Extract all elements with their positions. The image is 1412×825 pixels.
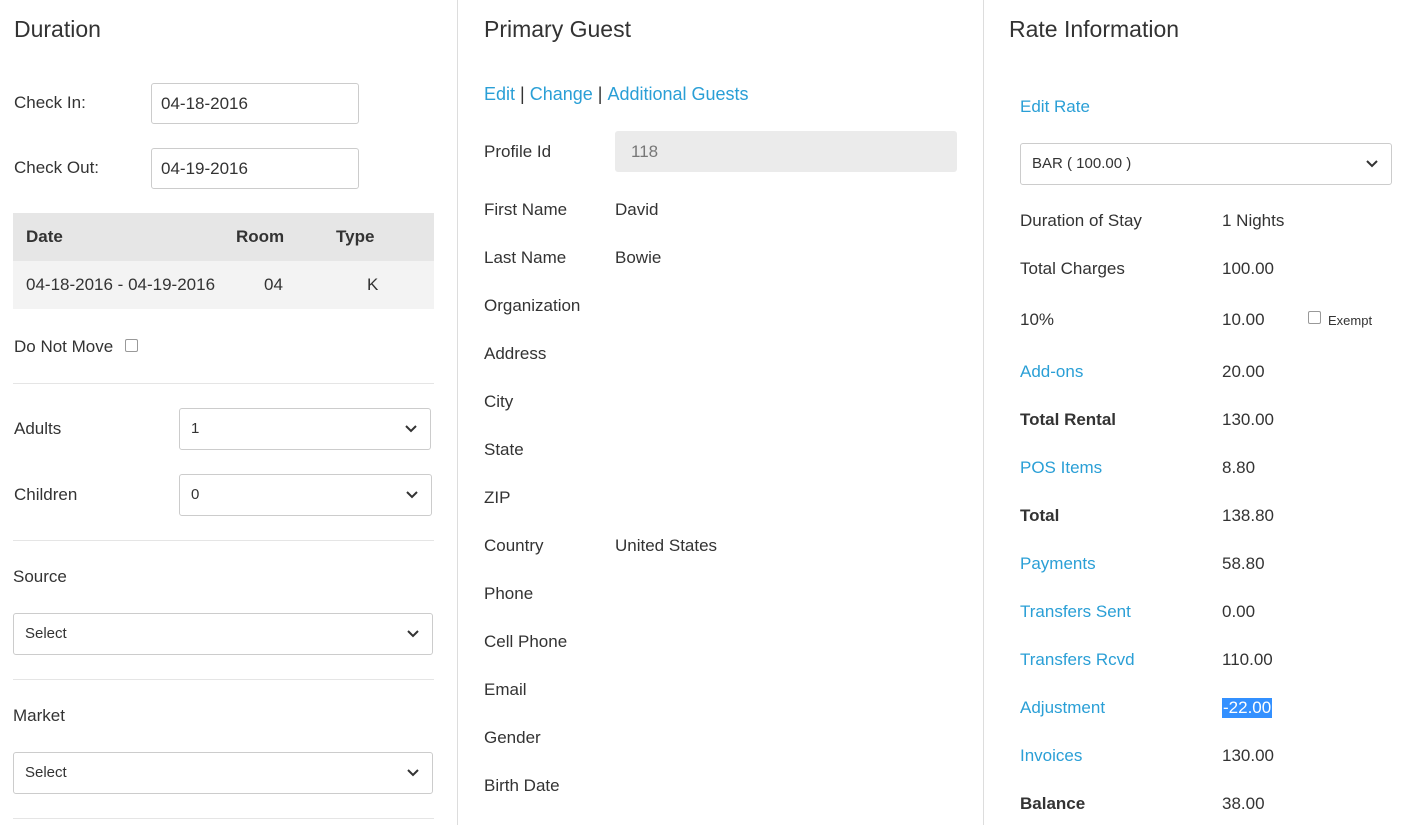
add-ons-value: 20.00	[1222, 362, 1265, 381]
change-guest-link[interactable]: Change	[530, 84, 593, 104]
guest-actions: Edit | Change | Additional Guests	[484, 84, 749, 105]
payments-value: 58.80	[1222, 554, 1265, 573]
table-row: 04-18-2016 - 04-19-2016 04 K	[13, 261, 434, 309]
room-table: Date Room Type 04-18-2016 - 04-19-2016 0…	[13, 213, 434, 309]
pos-items-link[interactable]: POS Items	[1020, 458, 1102, 478]
room-header: Room	[236, 213, 336, 261]
chevron-down-icon	[405, 425, 417, 433]
phone-label: Phone	[484, 584, 534, 603]
duration-panel: Duration Check In: Check Out: Date Room …	[0, 0, 457, 825]
total-charges-label: Total Charges	[1020, 259, 1125, 278]
transfers-sent-value: 0.00	[1222, 602, 1256, 621]
country-value: United States	[615, 536, 718, 555]
exempt-label: Exempt	[1328, 313, 1373, 328]
date-header: Date	[13, 213, 236, 261]
balance-label: Balance	[1020, 794, 1086, 813]
adults-label: Adults	[14, 419, 62, 438]
payments-link[interactable]: Payments	[1020, 554, 1096, 574]
room-link[interactable]: 04	[236, 261, 336, 309]
additional-guests-link[interactable]: Additional Guests	[607, 84, 748, 104]
gender-label: Gender	[484, 728, 541, 747]
separator: |	[520, 84, 525, 104]
transfers-sent-link[interactable]: Transfers Sent	[1020, 602, 1131, 622]
divider	[13, 383, 434, 384]
birth-date-label: Birth Date	[484, 776, 560, 795]
country-label: Country	[484, 536, 544, 555]
adults-value: 1	[191, 420, 200, 437]
city-label: City	[484, 392, 514, 411]
total-rental-label: Total Rental	[1020, 410, 1117, 429]
add-ons-link[interactable]: Add-ons	[1020, 362, 1083, 382]
chevron-down-icon	[407, 630, 419, 638]
primary-guest-title: Primary Guest	[484, 16, 631, 42]
duration-title: Duration	[14, 16, 101, 42]
source-label: Source	[13, 567, 67, 586]
date-cell: 04-18-2016 - 04-19-2016	[13, 261, 236, 309]
adjustment-link[interactable]: Adjustment	[1020, 698, 1105, 718]
total-rental-value: 130.00	[1222, 410, 1274, 429]
last-name-value: Bowie	[615, 248, 662, 267]
rate-information-panel: Rate Information Edit Rate BAR ( 100.00 …	[983, 0, 1412, 825]
pos-items-value: 8.80	[1222, 458, 1256, 477]
total-label: Total	[1020, 506, 1060, 525]
transfers-rcvd-value: 110.00	[1222, 650, 1273, 669]
divider	[13, 818, 434, 819]
check-out-input[interactable]	[151, 148, 359, 189]
check-out-label: Check Out:	[14, 158, 100, 177]
first-name-value: David	[615, 200, 659, 219]
market-value: Select	[25, 764, 67, 781]
organization-label: Organization	[484, 296, 581, 315]
type-header: Type	[336, 213, 434, 261]
divider	[13, 679, 434, 680]
divider	[13, 540, 434, 541]
primary-guest-panel: Primary Guest Edit | Change | Additional Gue…	[457, 0, 983, 825]
type-cell: K	[336, 261, 434, 309]
source-select[interactable]: Select	[13, 613, 433, 655]
chevron-down-icon	[406, 491, 418, 499]
separator: |	[597, 84, 603, 104]
chevron-down-icon	[407, 769, 419, 777]
rate-select-value: BAR ( 100.00 )	[1032, 155, 1132, 172]
market-select[interactable]: Select	[13, 752, 433, 794]
profile-id-label: Profile Id	[484, 142, 552, 161]
check-in-label: Check In:	[14, 93, 86, 112]
last-name-label: Last Name	[484, 248, 567, 267]
rate-information-title: Rate Information	[1009, 16, 1180, 42]
edit-guest-link[interactable]: Edit	[484, 84, 515, 104]
state-label: State	[484, 440, 524, 459]
tax-label: 10%	[1020, 310, 1055, 329]
adults-select[interactable]: 1	[179, 408, 431, 450]
children-select[interactable]: 0	[179, 474, 432, 516]
total-value: 138.80	[1222, 506, 1274, 525]
adjustment-value: -22.00	[1222, 698, 1273, 718]
duration-of-stay-label: Duration of Stay	[1020, 211, 1142, 230]
address-label: Address	[484, 344, 547, 363]
balance-value: 38.00	[1222, 794, 1265, 813]
tax-value: 10.00	[1222, 310, 1265, 329]
cell-phone-label: Cell Phone	[484, 632, 568, 651]
rate-select[interactable]: BAR ( 100.00 )	[1020, 143, 1392, 185]
transfers-rcvd-link[interactable]: Transfers Rcvd	[1020, 650, 1135, 670]
email-label: Email	[484, 680, 527, 699]
children-label: Children	[14, 485, 78, 504]
zip-label: ZIP	[484, 488, 511, 507]
invoices-link[interactable]: Invoices	[1020, 746, 1082, 766]
first-name-label: First Name	[484, 200, 568, 219]
children-value: 0	[191, 486, 200, 503]
do-not-move-label: Do Not Move	[14, 337, 114, 356]
do-not-move-checkbox[interactable]	[125, 339, 138, 352]
check-in-input[interactable]	[151, 83, 359, 124]
source-value: Select	[25, 625, 67, 642]
total-charges-value: 100.00	[1222, 259, 1274, 278]
profile-id-input	[615, 131, 957, 172]
duration-of-stay-value: 1 Nights	[1222, 211, 1285, 230]
chevron-down-icon	[1366, 160, 1378, 168]
exempt-checkbox[interactable]	[1308, 311, 1321, 324]
edit-rate-link[interactable]: Edit Rate	[1020, 97, 1090, 117]
market-label: Market	[13, 706, 65, 725]
invoices-value: 130.00	[1222, 746, 1274, 765]
